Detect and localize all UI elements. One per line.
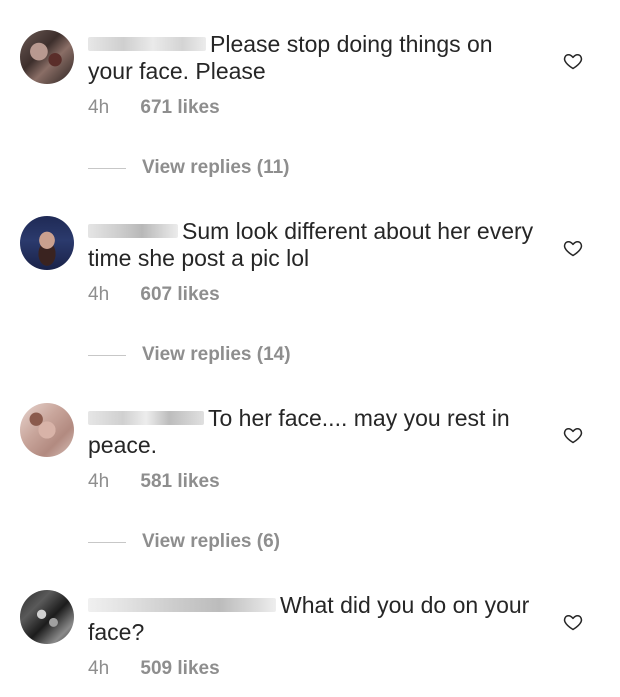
heart-outline-icon[interactable] (563, 612, 583, 632)
comment-likes[interactable]: 509 likes (140, 658, 219, 679)
comment-time: 4h (88, 97, 110, 118)
username-blurred[interactable] (88, 597, 276, 612)
comment-meta: 4h 671 likes (88, 97, 220, 119)
avatar[interactable] (20, 30, 74, 84)
replies-divider (88, 354, 126, 356)
heart-outline-icon[interactable] (563, 238, 583, 258)
view-replies-label: View replies (11) (142, 157, 290, 178)
comment-text: Sum look different about her every time … (88, 218, 534, 271)
comment-time: 4h (88, 658, 110, 679)
avatar[interactable] (20, 216, 74, 270)
username-blurred[interactable] (88, 410, 204, 425)
comment-time: 4h (88, 284, 110, 305)
avatar[interactable] (20, 403, 74, 457)
avatar[interactable] (20, 590, 74, 644)
comment-meta: 4h 509 likes (88, 658, 220, 680)
view-replies-button[interactable]: View replies (6) (88, 531, 280, 553)
view-replies-label: View replies (6) (142, 531, 280, 552)
replies-divider (88, 541, 126, 543)
comment-likes[interactable]: 671 likes (140, 97, 219, 118)
comment-time: 4h (88, 471, 110, 492)
comment-likes[interactable]: 607 likes (140, 284, 219, 305)
comment-text: Please stop doing things on your face. P… (88, 31, 493, 84)
comment-text: To her face.... may you rest in peace. (88, 405, 510, 458)
comment-meta: 4h 581 likes (88, 471, 220, 493)
heart-outline-icon[interactable] (563, 425, 583, 445)
comment-likes[interactable]: 581 likes (140, 471, 219, 492)
username-blurred[interactable] (88, 36, 206, 51)
replies-divider (88, 167, 126, 169)
view-replies-label: View replies (14) (142, 344, 291, 365)
view-replies-button[interactable]: View replies (14) (88, 344, 291, 366)
username-blurred[interactable] (88, 223, 178, 238)
comment-text: What did you do on your face? (88, 592, 530, 645)
heart-outline-icon[interactable] (563, 51, 583, 71)
comment-meta: 4h 607 likes (88, 284, 220, 306)
view-replies-button[interactable]: View replies (11) (88, 157, 290, 179)
